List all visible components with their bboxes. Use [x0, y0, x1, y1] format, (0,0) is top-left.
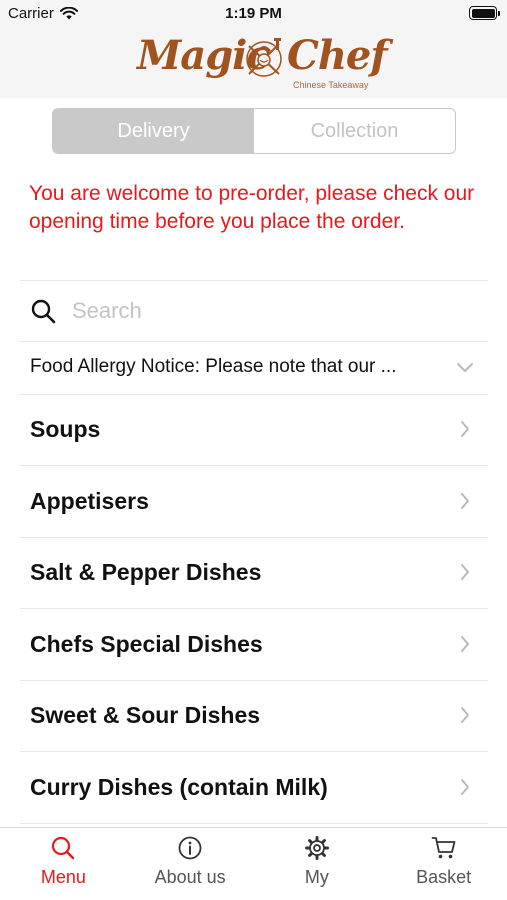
tab-my[interactable]: My [254, 828, 381, 900]
category-sweet-sour[interactable]: Sweet & Sour Dishes [20, 680, 488, 752]
tab-basket[interactable]: Basket [380, 828, 507, 900]
chevron-right-icon [461, 707, 469, 723]
preorder-notice: You are welcome to pre-order, please che… [29, 182, 475, 233]
category-salt-pepper[interactable]: Salt & Pepper Dishes [20, 537, 488, 609]
search-input[interactable] [72, 293, 472, 329]
divider [20, 823, 488, 824]
category-appetisers[interactable]: Appetisers [20, 466, 488, 538]
status-bar: Carrier 1:19 PM [0, 0, 507, 28]
gear-icon [304, 836, 329, 860]
tab-label: My [304, 867, 329, 887]
app-header: Magic Chef Chinese Takeaway [0, 28, 507, 98]
chevron-right-icon [461, 779, 469, 795]
tab-menu[interactable]: Menu [0, 828, 127, 900]
category-label: Curry Dishes (contain Milk) [30, 774, 328, 800]
tab-label: Basket [416, 867, 472, 887]
category-label: Soups [30, 416, 101, 442]
search-icon [31, 299, 56, 324]
category-chefs-special[interactable]: Chefs Special Dishes [20, 609, 488, 681]
category-curry[interactable]: Curry Dishes (contain Milk) [20, 752, 488, 824]
brand-tagline: Chinese Takeaway [293, 80, 369, 90]
chevron-right-icon [461, 564, 469, 580]
allergy-notice-text: Food Allergy Notice: Please note that ou… [30, 356, 397, 377]
collection-segment[interactable]: Collection [254, 109, 455, 153]
delivery-segment[interactable]: Delivery [53, 109, 254, 153]
status-time: 1:19 PM [225, 5, 282, 22]
chef-emblem-icon [246, 38, 282, 77]
category-label: Chefs Special Dishes [30, 631, 263, 657]
info-icon [178, 836, 202, 860]
bottom-tab-bar: Menu About us My Basket [0, 827, 507, 900]
search-bar [20, 281, 488, 341]
tab-about-us[interactable]: About us [127, 828, 254, 900]
cart-icon [431, 837, 456, 859]
chevron-right-icon [461, 636, 469, 652]
brand-word-chef: Chef [287, 32, 388, 79]
category-soups[interactable]: Soups [20, 394, 488, 466]
tab-label: About us [154, 867, 226, 887]
chevron-right-icon [461, 493, 469, 509]
allergy-notice-row[interactable]: Food Allergy Notice: Please note that ou… [20, 342, 488, 394]
category-label: Salt & Pepper Dishes [30, 559, 262, 585]
search-icon [52, 836, 75, 860]
chevron-right-icon [461, 421, 469, 437]
category-label: Sweet & Sour Dishes [30, 702, 261, 728]
order-type-toggle: Delivery Collection [52, 108, 456, 154]
brand-logo: Magic Chef Chinese Takeaway [137, 32, 388, 94]
chevron-down-icon [457, 363, 473, 372]
tab-label: Menu [40, 867, 86, 887]
battery-icon [469, 6, 500, 20]
category-label: Appetisers [30, 488, 149, 514]
